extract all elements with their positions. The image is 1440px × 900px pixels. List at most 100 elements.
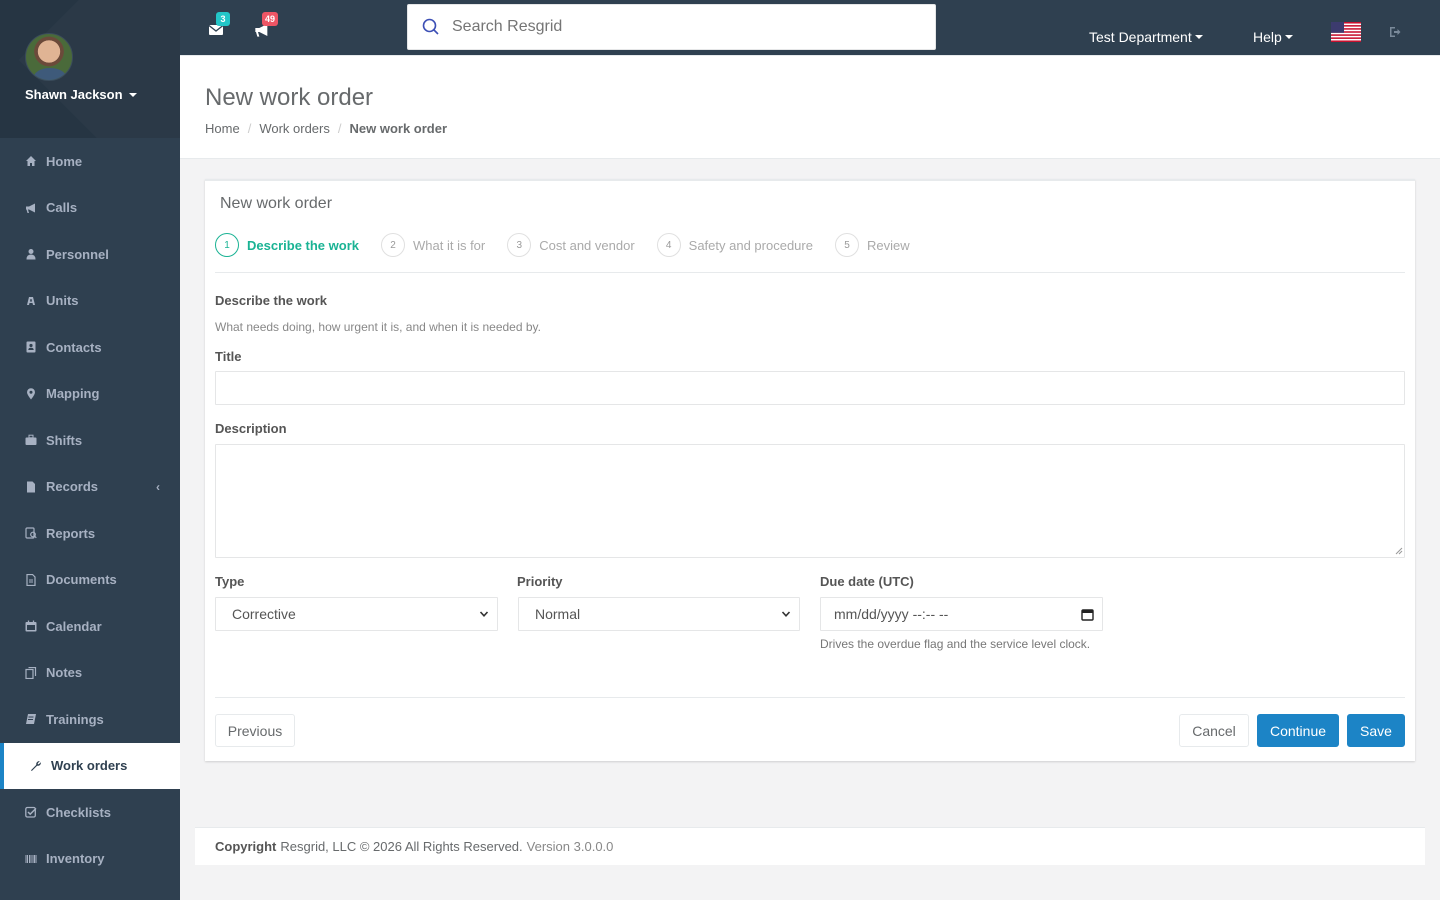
- step-number: 2: [381, 233, 405, 257]
- sidebar-item-personnel[interactable]: Personnel: [0, 231, 180, 278]
- page-title: New work order: [205, 84, 374, 111]
- footer: Copyright Resgrid, LLC © 2026 All Rights…: [195, 827, 1425, 865]
- sign-out-icon[interactable]: [1389, 26, 1401, 38]
- sidebar-item-trainings[interactable]: Trainings: [0, 696, 180, 743]
- copyright-text: Resgrid, LLC © 2026 All Rights Reserved.: [280, 839, 523, 854]
- description-textarea[interactable]: [215, 444, 1405, 558]
- sidebar-item-label: Work orders: [51, 758, 128, 774]
- step-number: 1: [215, 233, 239, 257]
- sidebar-item-label: Inventory: [46, 851, 105, 867]
- sidebar-item-checklists[interactable]: Checklists: [0, 789, 180, 836]
- sidebar-item-home[interactable]: Home: [0, 138, 180, 185]
- card-title: New work order: [220, 195, 333, 212]
- department-label: Test Department: [1089, 29, 1192, 45]
- continue-button[interactable]: Continue: [1257, 714, 1339, 747]
- sidebar-item-contacts[interactable]: Contacts: [0, 324, 180, 371]
- priority-select[interactable]: Normal: [518, 597, 800, 631]
- sidebar-item-label: Calls: [46, 200, 78, 216]
- due-date-label: Due date (UTC): [820, 574, 914, 589]
- sidebar-item-calendar[interactable]: Calendar: [0, 603, 180, 650]
- section-description: What needs doing, how urgent it is, and …: [215, 320, 541, 334]
- messages-button[interactable]: 3: [208, 12, 230, 36]
- department-menu[interactable]: Test Department: [1089, 29, 1203, 45]
- file-icon: [25, 481, 37, 493]
- previous-button[interactable]: Previous: [215, 714, 295, 747]
- type-select[interactable]: Corrective: [215, 597, 498, 631]
- resize-handle-icon[interactable]: [1395, 547, 1403, 555]
- step-describe-the-work[interactable]: 1 Describe the work: [215, 233, 359, 257]
- step-label: Cost and vendor: [539, 237, 635, 253]
- sidebar-item-notes[interactable]: Notes: [0, 650, 180, 697]
- sidebar-nav: Home Calls Personnel Units Contacts Mapp…: [0, 138, 180, 882]
- map-marker-icon: [25, 387, 37, 400]
- search-input[interactable]: [452, 18, 912, 36]
- barcode-icon: [25, 853, 37, 865]
- priority-label: Priority: [517, 574, 563, 589]
- page-heading: New work order Home / Work orders / New …: [180, 56, 1440, 159]
- search-box[interactable]: [407, 4, 936, 50]
- breadcrumb-separator: /: [337, 121, 342, 136]
- sidebar-item-label: Records: [46, 479, 99, 495]
- sidebar-item-records[interactable]: Records ‹: [0, 464, 180, 511]
- breadcrumb-work-orders[interactable]: Work orders: [259, 121, 330, 136]
- step-safety-and-procedure[interactable]: 4 Safety and procedure: [656, 233, 813, 257]
- sidebar-item-label: Reports: [46, 525, 96, 541]
- copyright-label: Copyright: [215, 839, 277, 854]
- sidebar-item-label: Shifts: [46, 432, 83, 448]
- calls-count-badge: 49: [262, 12, 279, 26]
- title-input[interactable]: [215, 371, 1405, 405]
- sidebar-item-shifts[interactable]: Shifts: [0, 417, 180, 464]
- briefcase-icon: [25, 434, 37, 446]
- sidebar-item-reports[interactable]: Reports: [0, 510, 180, 557]
- sidebar-item-label: Mapping: [46, 386, 100, 402]
- calls-button[interactable]: 49: [254, 12, 279, 37]
- us-flag-icon[interactable]: [1331, 22, 1361, 42]
- breadcrumb: Home / Work orders / New work order: [205, 121, 447, 136]
- type-label: Type: [215, 574, 245, 589]
- description-label: Description: [215, 421, 287, 436]
- sidebar-item-label: Home: [46, 153, 83, 169]
- wrench-icon: [30, 760, 42, 772]
- search-icon: [422, 18, 439, 35]
- sidebar-item-mapping[interactable]: Mapping: [0, 371, 180, 418]
- contact-card-icon: [25, 341, 37, 353]
- calendar-icon[interactable]: [1081, 608, 1094, 621]
- chevron-down-icon: [479, 611, 489, 617]
- step-label: Describe the work: [247, 237, 359, 253]
- due-date-input[interactable]: mm/dd/yyyy --:-- --: [820, 597, 1103, 631]
- divider: [215, 272, 1405, 273]
- step-review[interactable]: 5 Review: [834, 233, 910, 257]
- step-cost-and-vendor[interactable]: 3 Cost and vendor: [507, 233, 635, 257]
- book-icon: [25, 713, 37, 725]
- bullhorn-icon: [25, 202, 37, 214]
- user-menu[interactable]: Shawn Jackson: [25, 87, 137, 102]
- messages-count-badge: 3: [216, 12, 230, 26]
- sidebar-item-inventory[interactable]: Inventory: [0, 836, 180, 883]
- divider: [215, 697, 1405, 698]
- topbar: 3 49 Test Department Help: [180, 0, 1440, 56]
- section-title: Describe the work: [215, 293, 327, 308]
- sidebar-item-work-orders[interactable]: Work orders: [0, 742, 180, 789]
- step-number: 5: [834, 233, 859, 257]
- sidebar: Shawn Jackson Home Calls Personnel Units…: [0, 0, 180, 900]
- cancel-button[interactable]: Cancel: [1179, 714, 1249, 747]
- caret-down-icon: [1284, 35, 1293, 39]
- work-order-card: New work order 1 Describe the work 2 Wha…: [205, 179, 1415, 761]
- step-number: 4: [656, 233, 681, 257]
- avatar[interactable]: [25, 33, 73, 81]
- calendar-icon: [25, 620, 37, 632]
- due-date-value: mm/dd/yyyy --:-- --: [834, 606, 949, 622]
- sidebar-item-label: Contacts: [46, 339, 102, 355]
- breadcrumb-home[interactable]: Home: [205, 121, 240, 136]
- step-what-it-is-for[interactable]: 2 What it is for: [381, 233, 485, 257]
- profile-panel: Shawn Jackson: [0, 0, 180, 138]
- sidebar-item-calls[interactable]: Calls: [0, 185, 180, 232]
- sidebar-item-documents[interactable]: Documents: [0, 557, 180, 604]
- help-menu[interactable]: Help: [1253, 29, 1293, 45]
- sidebar-item-label: Checklists: [46, 804, 112, 820]
- save-button[interactable]: Save: [1347, 714, 1405, 747]
- caret-down-icon: [1194, 35, 1203, 39]
- report-icon: [25, 527, 37, 539]
- sidebar-item-units[interactable]: Units: [0, 278, 180, 325]
- type-value: Corrective: [232, 606, 296, 622]
